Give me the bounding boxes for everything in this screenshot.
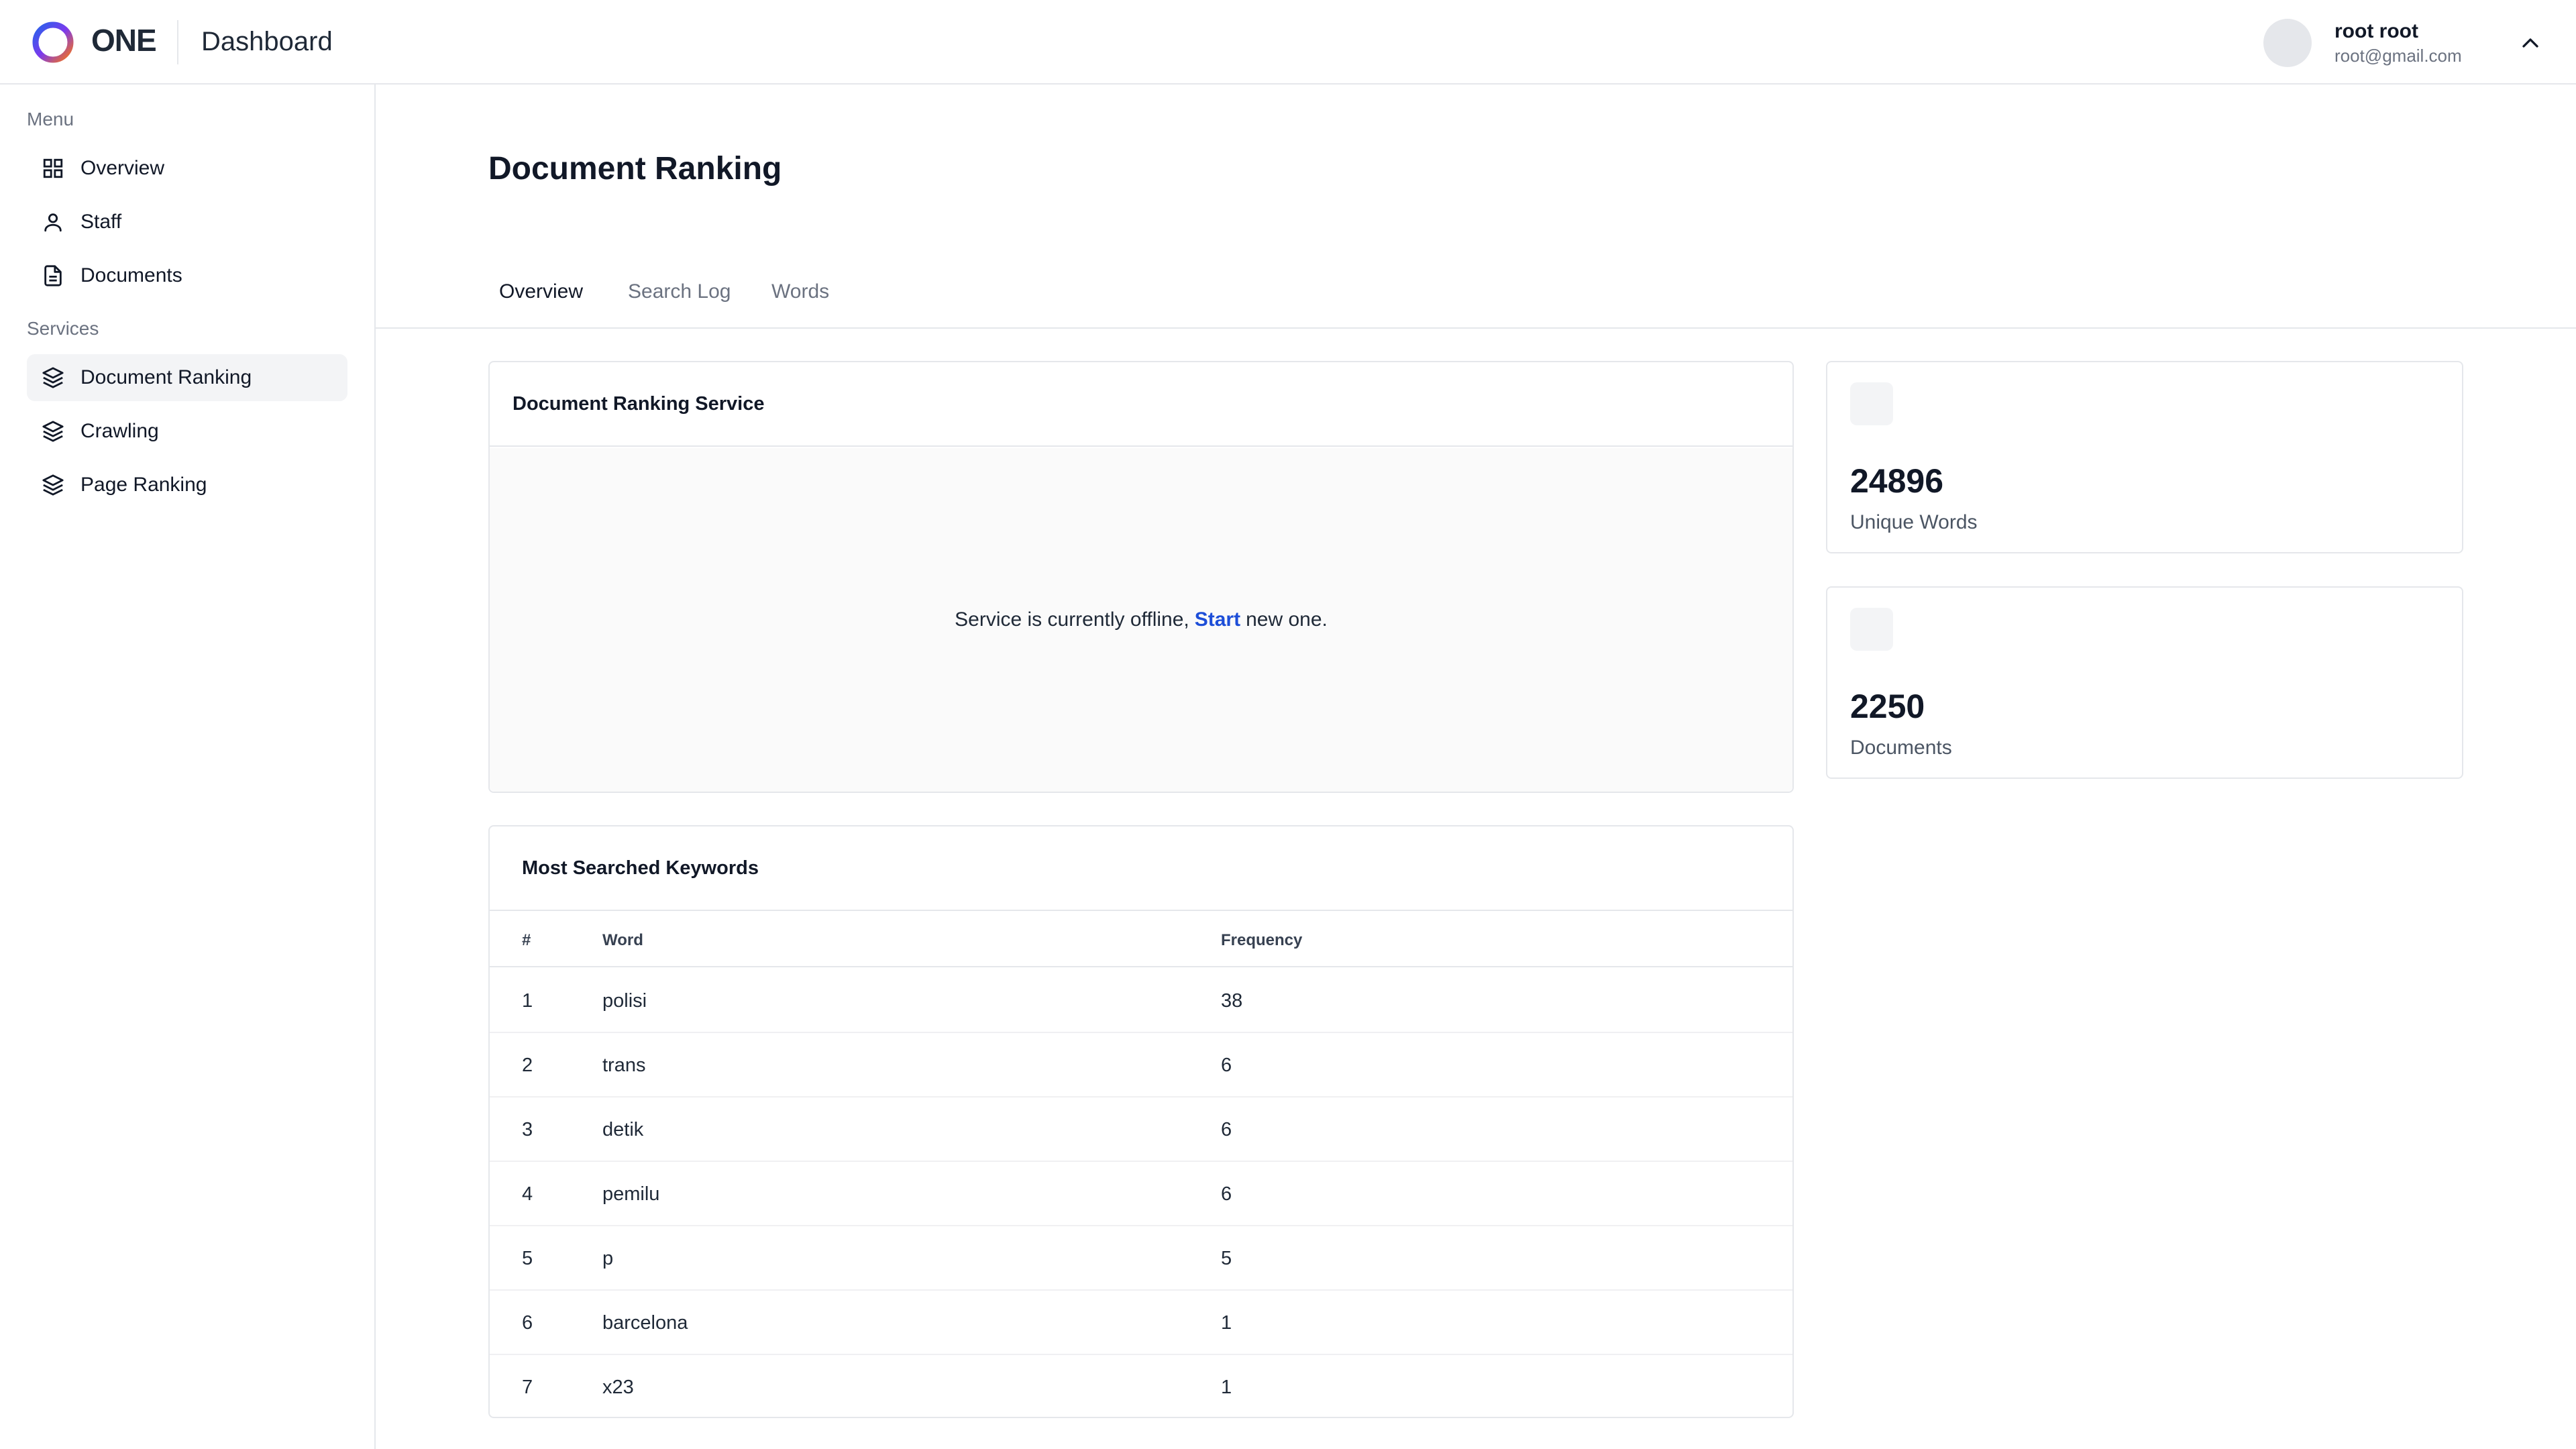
keywords-card: Most Searched Keywords # Word Frequency …	[488, 825, 1794, 1418]
service-card-title: Document Ranking Service	[490, 362, 1792, 447]
stat-label: Unique Words	[1850, 511, 1978, 533]
cell-rank: 2	[522, 1055, 533, 1076]
table-row[interactable]: 4 pemilu 6	[490, 1162, 1792, 1226]
grid-icon	[43, 158, 63, 178]
stat-label: Documents	[1850, 737, 1952, 759]
stat-value: 2250	[1850, 688, 1925, 725]
table-header: # Word Frequency	[490, 912, 1792, 967]
sidebar-item-label: Crawling	[80, 420, 159, 442]
tabs-bar: Overview Search Log Words	[376, 268, 2576, 329]
status-text: Service is currently offline,	[955, 608, 1189, 631]
stat-icon-placeholder	[1850, 382, 1893, 425]
tab-search-log[interactable]: Search Log	[628, 280, 731, 303]
cell-rank: 5	[522, 1248, 533, 1269]
layers-icon	[42, 421, 64, 442]
user-email: root@gmail.com	[2334, 46, 2462, 66]
stat-icon-placeholder	[1850, 608, 1893, 651]
chevron-up-icon[interactable]	[2517, 30, 2544, 56]
table-row[interactable]: 3 detik 6	[490, 1097, 1792, 1162]
cell-frequency: 5	[1221, 1248, 1232, 1269]
sidebar-item-document-ranking[interactable]: Document Ranking	[27, 354, 347, 401]
document-icon	[44, 265, 62, 286]
keywords-card-title: Most Searched Keywords	[490, 826, 1792, 911]
cell-frequency: 6	[1221, 1055, 1232, 1076]
sidebar-item-crawling[interactable]: Crawling	[27, 408, 347, 455]
sidebar-item-label: Page Ranking	[80, 474, 207, 496]
table-row[interactable]: 5 p 5	[490, 1226, 1792, 1291]
sidebar: Menu Overview Staff Documents Services D…	[0, 85, 376, 1449]
cell-word: p	[602, 1248, 614, 1269]
menu-section-label: Menu	[27, 109, 74, 129]
cell-word: trans	[602, 1055, 646, 1076]
table-row[interactable]: 7 x23 1	[490, 1355, 1792, 1419]
cell-word: polisi	[602, 990, 647, 1012]
layers-icon	[42, 367, 64, 388]
page-title: Document Ranking	[488, 151, 782, 186]
table-row[interactable]: 2 trans 6	[490, 1033, 1792, 1097]
stat-value: 24896	[1850, 462, 1944, 500]
sidebar-item-label: Staff	[80, 211, 122, 233]
sidebar-item-label: Documents	[80, 264, 182, 286]
header-title: Dashboard	[201, 27, 333, 56]
avatar[interactable]	[2263, 19, 2312, 67]
cell-word: detik	[602, 1119, 644, 1140]
logo-icon[interactable]	[31, 20, 75, 64]
table-row[interactable]: 6 barcelona 1	[490, 1291, 1792, 1355]
services-section-label: Services	[27, 318, 99, 339]
cell-frequency: 6	[1221, 1183, 1232, 1205]
tab-words[interactable]: Words	[771, 280, 829, 303]
cell-frequency: 1	[1221, 1312, 1232, 1334]
cell-word: barcelona	[602, 1312, 688, 1334]
header-divider	[177, 20, 178, 64]
sidebar-item-page-ranking[interactable]: Page Ranking	[27, 462, 347, 508]
brand-name[interactable]: ONE	[91, 22, 157, 58]
service-card: Document Ranking Service Service is curr…	[488, 361, 1794, 793]
user-name: root root	[2334, 20, 2418, 42]
stat-card-unique-words: 24896 Unique Words	[1826, 361, 2463, 553]
sidebar-item-label: Overview	[80, 157, 165, 179]
start-service-link[interactable]: Start	[1195, 608, 1240, 631]
cell-rank: 3	[522, 1119, 533, 1140]
user-icon	[44, 213, 62, 232]
app-header: ONE Dashboard root root root@gmail.com	[0, 0, 2576, 85]
sidebar-item-staff[interactable]: Staff	[27, 199, 347, 246]
service-status-message: Service is currently offline, Start new …	[490, 448, 1792, 792]
sidebar-item-label: Document Ranking	[80, 366, 252, 388]
cell-frequency: 6	[1221, 1119, 1232, 1140]
column-header-frequency[interactable]: Frequency	[1221, 931, 1302, 950]
status-text-suffix: new one.	[1246, 608, 1328, 631]
column-header-rank[interactable]: #	[522, 931, 531, 950]
cell-rank: 6	[522, 1312, 533, 1334]
cell-word: x23	[602, 1377, 634, 1398]
cell-rank: 4	[522, 1183, 533, 1205]
sidebar-item-overview[interactable]: Overview	[27, 145, 347, 192]
sidebar-item-documents[interactable]: Documents	[27, 252, 347, 299]
cell-word: pemilu	[602, 1183, 660, 1205]
layers-icon	[42, 474, 64, 496]
cell-rank: 7	[522, 1377, 533, 1398]
cell-rank: 1	[522, 990, 533, 1012]
tab-overview[interactable]: Overview	[499, 280, 583, 303]
cell-frequency: 1	[1221, 1377, 1232, 1398]
table-row[interactable]: 1 polisi 38	[490, 969, 1792, 1033]
column-header-word[interactable]: Word	[602, 931, 643, 950]
cell-frequency: 38	[1221, 990, 1243, 1012]
stat-card-documents: 2250 Documents	[1826, 586, 2463, 779]
